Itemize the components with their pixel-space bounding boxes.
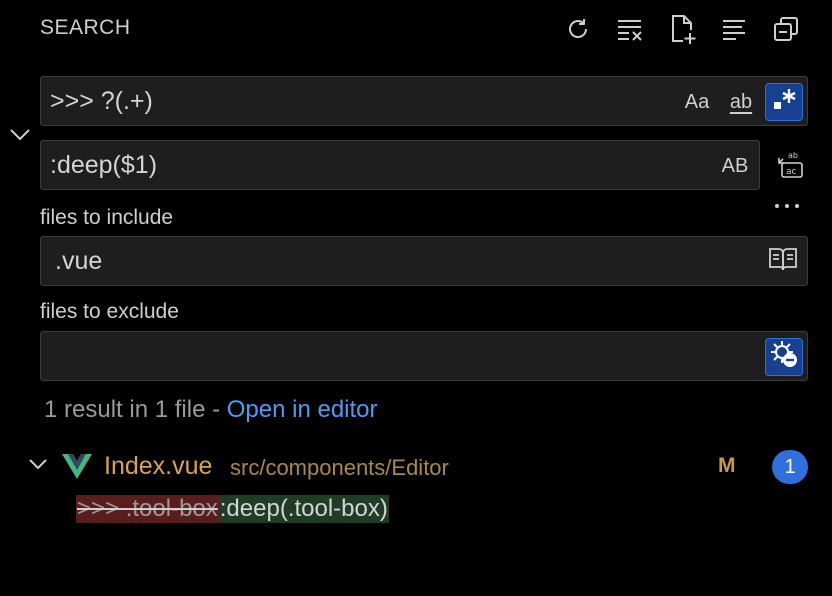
use-regex-button[interactable] (765, 83, 803, 121)
match-removed-text: >>> .tool-box (76, 495, 219, 523)
match-case-button[interactable]: Aa (677, 83, 717, 121)
file-collapse-toggle[interactable] (26, 454, 50, 478)
results-count-text: 1 result in 1 file - (44, 396, 227, 423)
book-icon (768, 246, 798, 278)
replace-all-button[interactable]: ab ac (772, 148, 808, 184)
file-path: src/components/Editor (230, 455, 449, 480)
new-search-editor-icon (668, 13, 698, 45)
collapse-all-button[interactable] (768, 12, 804, 46)
view-as-tree-button[interactable] (716, 12, 752, 46)
files-to-include-input[interactable] (41, 237, 807, 285)
clear-results-icon (615, 15, 645, 43)
ellipsis-icon (773, 197, 801, 215)
regex-icon (771, 86, 797, 118)
search-field: Aa ab (40, 76, 808, 126)
preserve-case-label: AB (721, 154, 749, 177)
match-case-label: Aa (684, 90, 710, 113)
replace-input[interactable] (41, 141, 759, 189)
chevron-down-icon (27, 457, 49, 476)
git-status-badge: M (718, 454, 736, 477)
files-to-exclude-input[interactable] (41, 332, 807, 380)
preserve-case-button[interactable]: AB (715, 147, 755, 185)
include-field (40, 236, 808, 286)
clear-results-button[interactable] (612, 12, 648, 46)
search-only-open-editors-button[interactable] (763, 243, 803, 281)
file-result-row[interactable]: Index.vue src/components/Editor M 1 (0, 444, 832, 488)
svg-text:ac: ac (786, 167, 797, 177)
file-name[interactable]: Index.vue (104, 452, 212, 481)
toggle-replace-button[interactable] (6, 122, 34, 150)
search-panel: SEARCH >>> ?(.+) Aa ab:deep($1) AB ab a… (0, 0, 832, 596)
refresh-button[interactable] (560, 12, 596, 46)
new-search-editor-button[interactable] (665, 12, 701, 46)
vue-file-icon (62, 452, 92, 485)
exclude-field (40, 331, 808, 381)
replace-all-icon: ab ac (775, 149, 805, 184)
files-to-exclude-label: files to exclude (40, 300, 179, 323)
panel-title: SEARCH (40, 16, 131, 39)
replace-field: AB (40, 140, 760, 190)
use-exclude-settings-button[interactable] (765, 338, 803, 376)
results-summary: 1 result in 1 file - Open in editor (44, 396, 378, 424)
view-as-tree-icon (720, 15, 748, 43)
svg-text:ab: ab (788, 151, 798, 160)
open-in-editor-link[interactable]: Open in editor (227, 396, 378, 423)
match-whole-word-button[interactable]: ab (721, 83, 761, 121)
chevron-down-icon (8, 126, 32, 147)
match-count-badge: 1 (772, 450, 808, 484)
refresh-icon (564, 15, 592, 43)
gear-exclude-icon (769, 339, 799, 375)
toggle-search-details-button[interactable] (772, 194, 802, 218)
files-to-include-label: files to include (40, 206, 174, 229)
whole-word-icon: ab (729, 90, 753, 113)
match-line[interactable]: >>> .tool-box:deep(.tool-box) (76, 494, 389, 524)
match-replacement-text: :deep(.tool-box) (218, 495, 389, 523)
collapse-all-icon (772, 15, 800, 43)
